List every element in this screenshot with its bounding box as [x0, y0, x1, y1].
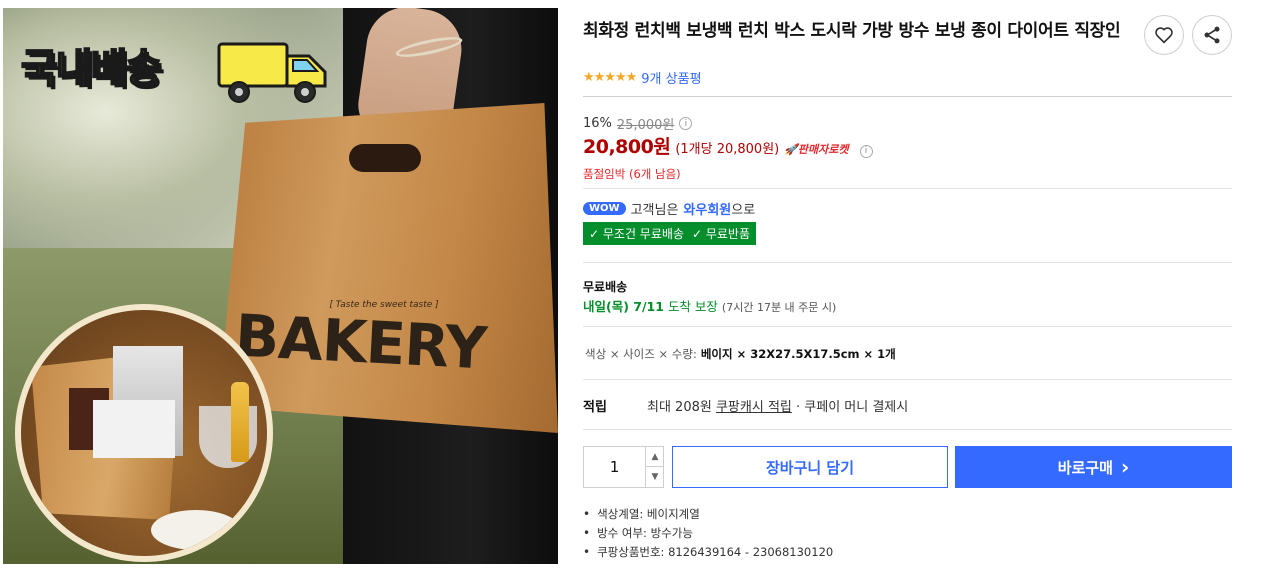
inset-white-box	[93, 400, 175, 458]
seller-rocket-badge: 🚀판매자로켓	[784, 143, 849, 156]
image-inset-circle	[15, 304, 273, 562]
image-bag-handle	[349, 144, 421, 172]
info-icon[interactable]: i	[859, 144, 873, 158]
quantity-stepper: 1 ▲ ▼	[583, 446, 664, 488]
star-rating: ★★★★★	[583, 70, 637, 85]
unit-price: (1개당 20,800원)	[675, 142, 780, 157]
order-cutoff: (7시간 17분 내 주문 시)	[721, 301, 837, 314]
wishlist-button[interactable]	[1144, 15, 1184, 55]
divider	[583, 429, 1232, 430]
free-shipping-benefit: ✓ 무조건 무료배송	[589, 227, 684, 241]
wow-badge: WOW	[583, 202, 626, 215]
discount-rate: 16%	[583, 116, 612, 131]
buy-now-label: 바로구매	[1057, 458, 1113, 477]
product-title: 최화정 런치백 보냉백 런치 박스 도시락 가방 방수 보냉 종이 다이어트 직…	[583, 21, 1121, 41]
delivery-date: 내일(목) 7/11	[583, 299, 664, 314]
spec-list: 색상계열: 베이지계열 방수 여부: 방수가능 쿠팡상품번호: 81264391…	[583, 504, 833, 561]
share-icon	[1204, 26, 1220, 44]
domestic-shipping-badge: 국내배송	[20, 45, 163, 93]
wow-text-before: 고객님은	[630, 203, 679, 218]
free-return-benefit: ✓ 무료반품	[691, 227, 750, 241]
chevron-right-icon: ›	[1120, 455, 1130, 479]
options-value: 베이지 × 32X27.5X17.5cm × 1개	[700, 347, 896, 361]
spec-item: 방수 여부: 방수가능	[583, 523, 833, 542]
quantity-increase-button[interactable]: ▲	[645, 447, 664, 467]
divider	[583, 96, 1232, 97]
price-row: 20,800원 (1개당 20,800원) 🚀판매자로켓 i	[583, 132, 873, 159]
discount-row: 16% 25,000원 i	[583, 114, 693, 133]
image-bag-text: BAKERY	[233, 301, 488, 383]
points-condition: · 쿠페이 머니 결제시	[796, 400, 909, 415]
spec-item: 색상계열: 베이지계열	[583, 504, 833, 523]
original-price: 25,000원	[616, 118, 675, 133]
heart-icon	[1155, 27, 1173, 44]
selected-options[interactable]: 색상 × 사이즈 × 수량: 베이지 × 32X27.5X17.5cm × 1개	[585, 346, 896, 362]
coupang-cash-link[interactable]: 쿠팡캐시 적립	[716, 400, 792, 415]
wow-member-link[interactable]: 와우회원	[683, 199, 731, 218]
product-image[interactable]: [ Taste the sweet taste ] BAKERY 국내배송	[3, 8, 558, 564]
inset-bottle	[231, 382, 249, 462]
points-info: 최대 208원 쿠팡캐시 적립 · 쿠페이 머니 결제시	[647, 396, 908, 415]
shipping-label: 무료배송	[583, 280, 628, 294]
info-icon[interactable]: i	[679, 117, 693, 130]
delivery-truck-icon	[217, 42, 327, 103]
divider	[583, 379, 1232, 380]
divider	[583, 188, 1232, 189]
delivery-guarantee: 도착 보장	[667, 299, 718, 314]
share-button[interactable]	[1192, 15, 1232, 55]
points-label: 적립	[583, 400, 607, 415]
stock-notice: 품절임박 (6개 남음)	[583, 167, 681, 181]
options-label: 색상 × 사이즈 × 수량:	[585, 347, 697, 361]
wow-benefits-bar: ✓ 무조건 무료배송 ✓ 무료반품	[583, 222, 756, 245]
points-amount: 최대 208원	[647, 400, 712, 415]
sale-price: 20,800원	[583, 136, 671, 158]
rating-summary[interactable]: ★★★★★ 9개 상품평	[583, 68, 702, 87]
delivery-estimate: 내일(목) 7/11 도착 보장 (7시간 17분 내 주문 시)	[583, 296, 836, 315]
wow-text-after: 으로	[731, 203, 756, 218]
quantity-decrease-button[interactable]: ▼	[645, 467, 664, 487]
inset-plate	[151, 510, 241, 550]
add-to-cart-button[interactable]: 장바구니 담기	[672, 446, 948, 488]
wow-membership: WOW 고객님은 와우회원 으로	[583, 199, 755, 218]
spec-item: 쿠팡상품번호: 8126439164 - 23068130120	[583, 542, 833, 561]
quantity-input[interactable]: 1	[584, 447, 645, 487]
divider	[583, 262, 1232, 263]
review-count-link[interactable]: 9개 상품평	[641, 68, 701, 87]
divider	[583, 326, 1232, 327]
buy-now-button[interactable]: 바로구매 ›	[955, 446, 1232, 488]
